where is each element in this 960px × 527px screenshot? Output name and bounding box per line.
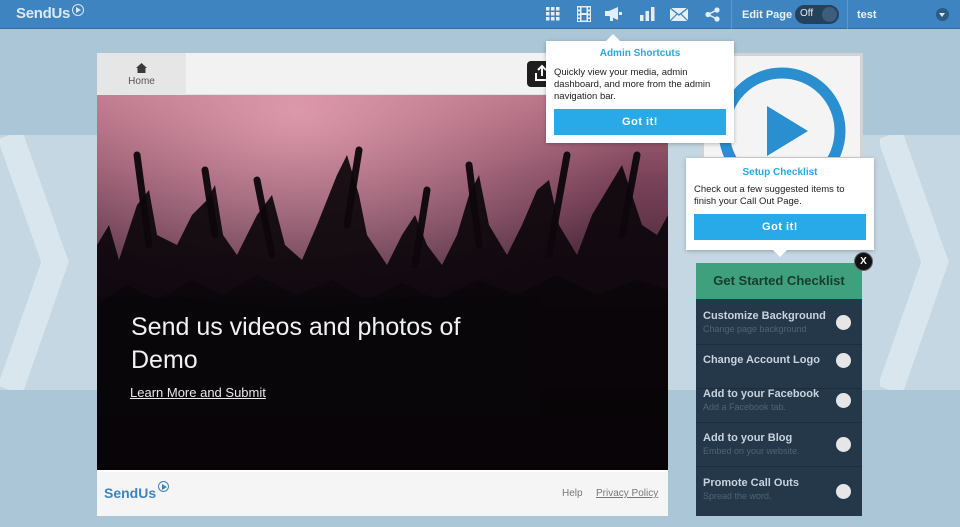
privacy-policy-link[interactable]: Privacy Policy	[596, 488, 658, 499]
footer-logo-text: SendUs	[104, 485, 157, 501]
edit-page-toggle[interactable]: Off	[795, 5, 839, 24]
film-icon[interactable]	[575, 6, 593, 22]
checklist-radio[interactable]	[836, 393, 851, 408]
tooltip-title: Setup Checklist	[742, 167, 818, 178]
checklist-item[interactable]: Add to your Blog Embed on your website.	[696, 423, 862, 467]
close-checklist-button[interactable]: X	[854, 252, 873, 271]
user-menu[interactable]: test	[848, 0, 960, 29]
chevron-down-icon[interactable]	[936, 8, 949, 21]
checklist-item-subtitle: Spread the word.	[703, 491, 772, 501]
logo-text: SendUs	[16, 5, 71, 22]
logo-play-icon	[72, 3, 85, 16]
help-link[interactable]: Help	[562, 488, 583, 499]
page-footer: SendUs Help Privacy Policy	[97, 472, 668, 516]
checklist-radio[interactable]	[836, 315, 851, 330]
got-it-button[interactable]: Got it!	[554, 109, 726, 135]
checklist-radio[interactable]	[836, 437, 851, 452]
checklist-radio[interactable]	[836, 484, 851, 499]
share-icon[interactable]	[703, 6, 721, 22]
checklist-item[interactable]: Promote Call Outs Spread the word.	[696, 468, 862, 512]
checklist-item-title: Promote Call Outs	[703, 477, 799, 489]
topbar-divider	[731, 0, 732, 29]
checklist-title: Get Started Checklist	[696, 263, 862, 299]
toggle-off-label: Off	[800, 8, 814, 19]
checklist-item-title: Customize Background	[703, 310, 826, 322]
learn-more-link[interactable]: Learn More and Submit	[130, 385, 266, 400]
checklist-item-title: Change Account Logo	[703, 354, 820, 366]
home-icon	[136, 63, 147, 73]
hero-headline: Send us videos and photos of Demo	[131, 313, 461, 374]
chevron-pattern-left	[0, 135, 69, 390]
toggle-knob	[822, 7, 837, 22]
admin-shortcuts-tooltip: Admin Shortcuts Quickly view your media,…	[546, 34, 734, 143]
megaphone-icon[interactable]	[605, 6, 623, 22]
tooltip-body: Check out a few suggested items to finis…	[694, 184, 845, 207]
checklist-item-subtitle: Embed on your website.	[703, 446, 800, 456]
checklist-item-title: Add to your Facebook	[703, 388, 820, 400]
edit-page-label: Edit Page	[742, 9, 793, 21]
grid-icon[interactable]	[544, 6, 562, 22]
get-started-checklist: Get Started Checklist Customize Backgrou…	[696, 263, 862, 516]
username: test	[857, 9, 877, 21]
tooltip-body: Quickly view your media, admin dashboard…	[554, 67, 711, 102]
footer-logo[interactable]: SendUs	[104, 481, 170, 501]
admin-top-bar: SendUs Edit Page Off test	[0, 0, 960, 29]
footer-logo-play-icon	[158, 481, 170, 492]
sendus-logo[interactable]: SendUs	[16, 3, 85, 22]
got-it-button[interactable]: Got it!	[694, 214, 866, 240]
checklist-item-subtitle: Add a Facebook tab.	[703, 402, 787, 412]
setup-checklist-tooltip: Setup Checklist Check out a few suggeste…	[686, 158, 874, 257]
mail-icon[interactable]	[670, 6, 688, 22]
hero-banner: Send us videos and photos of Demo Learn …	[97, 95, 668, 470]
checklist-item[interactable]: Add to your Facebook Add a Facebook tab.	[696, 379, 862, 423]
checklist-radio[interactable]	[836, 353, 851, 368]
chevron-pattern-right	[880, 135, 949, 390]
checklist-item[interactable]: Customize Background Change page backgro…	[696, 301, 862, 345]
tooltip-title: Admin Shortcuts	[599, 48, 681, 59]
home-tab-label: Home	[128, 76, 155, 87]
checklist-item-subtitle: Change page background	[703, 324, 807, 334]
bar-chart-icon[interactable]	[638, 6, 656, 22]
home-tab[interactable]: Home	[97, 53, 186, 101]
checklist-item-title: Add to your Blog	[703, 432, 793, 444]
